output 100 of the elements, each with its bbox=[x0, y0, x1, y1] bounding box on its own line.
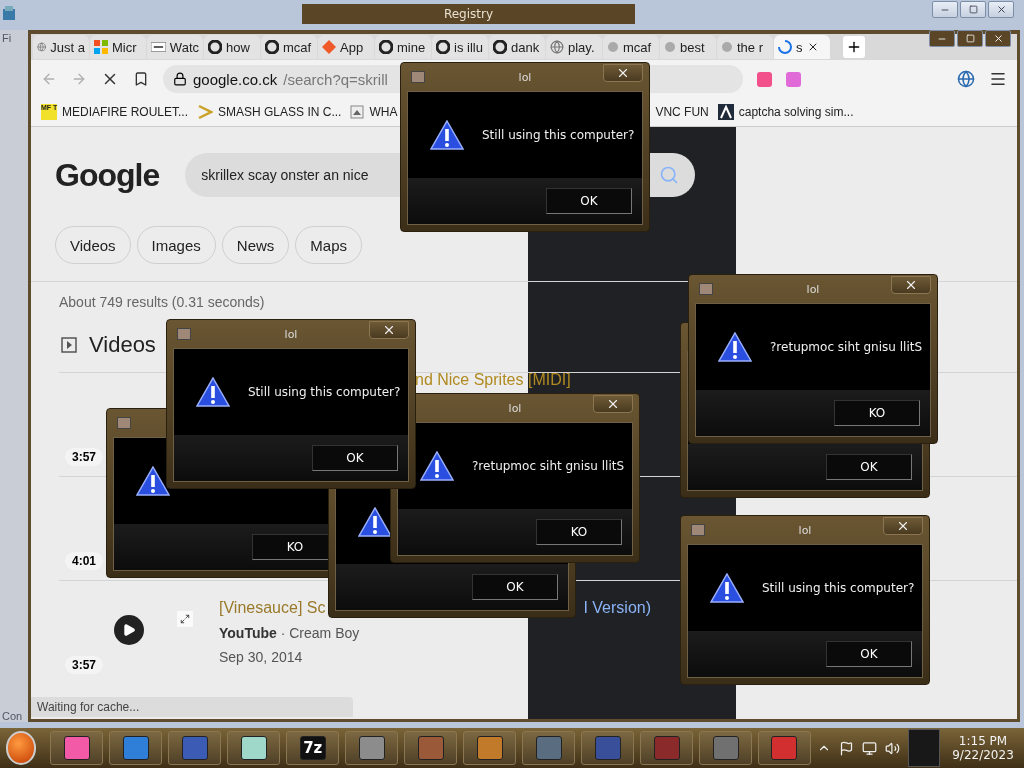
close-button[interactable] bbox=[985, 30, 1011, 47]
browser-tab[interactable]: App bbox=[318, 35, 374, 59]
dot-icon bbox=[664, 41, 676, 53]
dialog-message: ?retupmoc siht gnisu llitS bbox=[770, 340, 923, 354]
dialog-button[interactable]: OK bbox=[826, 454, 912, 480]
browser-tab[interactable]: mcaf bbox=[603, 35, 659, 59]
google-g-icon bbox=[208, 40, 222, 54]
bookmark-link[interactable]: SMASH GLASS IN C... bbox=[197, 104, 342, 120]
taskbar-app[interactable] bbox=[227, 731, 281, 765]
minimize-button[interactable] bbox=[929, 30, 955, 47]
warning-icon bbox=[196, 377, 230, 407]
google-logo: Google bbox=[55, 156, 160, 194]
plus-icon bbox=[846, 39, 862, 55]
shield-icon[interactable] bbox=[786, 71, 801, 87]
warning-icon bbox=[420, 451, 454, 481]
maximize-button[interactable] bbox=[957, 30, 983, 47]
globe-icon bbox=[37, 40, 47, 54]
warning-icon bbox=[136, 466, 170, 496]
browser-tab[interactable]: Watc bbox=[147, 35, 203, 59]
taskbar-app[interactable] bbox=[463, 731, 517, 765]
bookmark-link[interactable]: WHA bbox=[350, 105, 398, 119]
browser-tab[interactable]: the r bbox=[717, 35, 773, 59]
warning-icon bbox=[358, 507, 392, 537]
taskbar-app[interactable]: 7z bbox=[286, 731, 340, 765]
section-title: Videos bbox=[89, 332, 156, 358]
page-icon bbox=[151, 42, 166, 52]
lock-icon bbox=[173, 72, 187, 86]
taskbar-app[interactable] bbox=[345, 731, 399, 765]
status-text: Waiting for cache... bbox=[31, 697, 353, 717]
close-button[interactable] bbox=[891, 276, 931, 294]
filter-chip[interactable]: Videos bbox=[55, 226, 131, 264]
dialog-title: lol bbox=[283, 327, 299, 341]
window-title: Registry bbox=[302, 4, 635, 24]
video-duration: 3:57 bbox=[65, 656, 104, 674]
close-button[interactable] bbox=[603, 64, 643, 82]
browser-tab[interactable]: mine bbox=[375, 35, 431, 59]
filter-chip[interactable]: News bbox=[221, 226, 290, 264]
dialog-button[interactable]: OK bbox=[312, 445, 398, 471]
close-button[interactable] bbox=[593, 395, 633, 413]
expand-button[interactable] bbox=[177, 611, 193, 627]
browser-tab[interactable]: play. bbox=[546, 35, 602, 59]
taskbar-app[interactable] bbox=[50, 731, 104, 765]
bookmark-button[interactable] bbox=[133, 71, 149, 87]
video-title[interactable]: I Version) bbox=[583, 599, 652, 617]
network-icon[interactable] bbox=[862, 740, 877, 756]
dialog-button[interactable]: OK bbox=[546, 188, 632, 214]
desktop-preview[interactable] bbox=[908, 729, 940, 767]
maximize-icon bbox=[968, 5, 978, 14]
loading-icon bbox=[778, 40, 792, 54]
app-icon bbox=[177, 328, 191, 340]
dialog-button[interactable]: OK bbox=[826, 641, 912, 667]
expand-icon bbox=[180, 614, 190, 624]
dialog-message: ?retupmoc siht gnisu llitS bbox=[472, 459, 625, 473]
close-icon bbox=[992, 33, 1004, 44]
menu-button[interactable] bbox=[989, 70, 1007, 88]
browser-tab[interactable]: Micr bbox=[90, 35, 146, 59]
extension-icon[interactable] bbox=[757, 71, 772, 87]
maximize-icon bbox=[965, 34, 975, 43]
browser-tab[interactable]: how bbox=[204, 35, 260, 59]
bookmark-link[interactable]: VNC FUN bbox=[655, 105, 709, 119]
close-icon bbox=[896, 519, 910, 533]
video-source: YouTube · Cream Boy bbox=[219, 625, 361, 641]
close-icon bbox=[904, 278, 918, 292]
status-label: Con bbox=[1, 709, 24, 722]
bookmark-link[interactable]: captcha solving sim... bbox=[717, 104, 854, 120]
browser-tab[interactable]: best bbox=[660, 35, 716, 59]
minimize-button[interactable] bbox=[932, 1, 958, 18]
globe-icon bbox=[550, 40, 564, 54]
dialog-button[interactable]: KO bbox=[834, 400, 920, 426]
app-icon bbox=[691, 524, 705, 536]
video-title[interactable]: [Vinesauce] Sc bbox=[219, 599, 326, 617]
dialog-button[interactable]: OK bbox=[472, 574, 558, 600]
chevron-icon bbox=[197, 104, 214, 120]
profile-button[interactable] bbox=[957, 70, 975, 88]
browser-tab[interactable]: Just a bbox=[33, 35, 89, 59]
new-tab-button[interactable] bbox=[843, 36, 865, 58]
play-button[interactable] bbox=[114, 615, 144, 645]
browser-tab[interactable]: s bbox=[774, 35, 830, 59]
start-button[interactable] bbox=[6, 731, 37, 765]
clock[interactable]: 1:15 PM 9/22/2023 bbox=[948, 734, 1018, 762]
filter-chip[interactable]: Maps bbox=[295, 226, 362, 264]
windows-icon bbox=[94, 40, 108, 54]
browser-tab[interactable]: dank bbox=[489, 35, 545, 59]
video-date: Sep 30, 2014 bbox=[219, 649, 304, 665]
google-g-icon bbox=[379, 40, 393, 54]
warning-icon bbox=[430, 120, 464, 150]
maximize-button[interactable] bbox=[960, 1, 986, 18]
browser-tab[interactable]: is illu bbox=[432, 35, 488, 59]
dialog-title: lol bbox=[517, 70, 533, 84]
dialog-button[interactable]: KO bbox=[536, 519, 622, 545]
close-icon bbox=[382, 323, 396, 337]
filter-chip[interactable]: Images bbox=[136, 226, 216, 264]
page-icon bbox=[350, 105, 365, 119]
speaker-icon[interactable] bbox=[885, 740, 900, 756]
close-icon bbox=[606, 397, 620, 411]
flag-icon[interactable] bbox=[839, 740, 854, 756]
dot-icon bbox=[607, 41, 619, 53]
close-button[interactable] bbox=[883, 517, 923, 535]
close-button[interactable] bbox=[369, 321, 409, 339]
browser-tab[interactable]: mcaf bbox=[261, 35, 317, 59]
